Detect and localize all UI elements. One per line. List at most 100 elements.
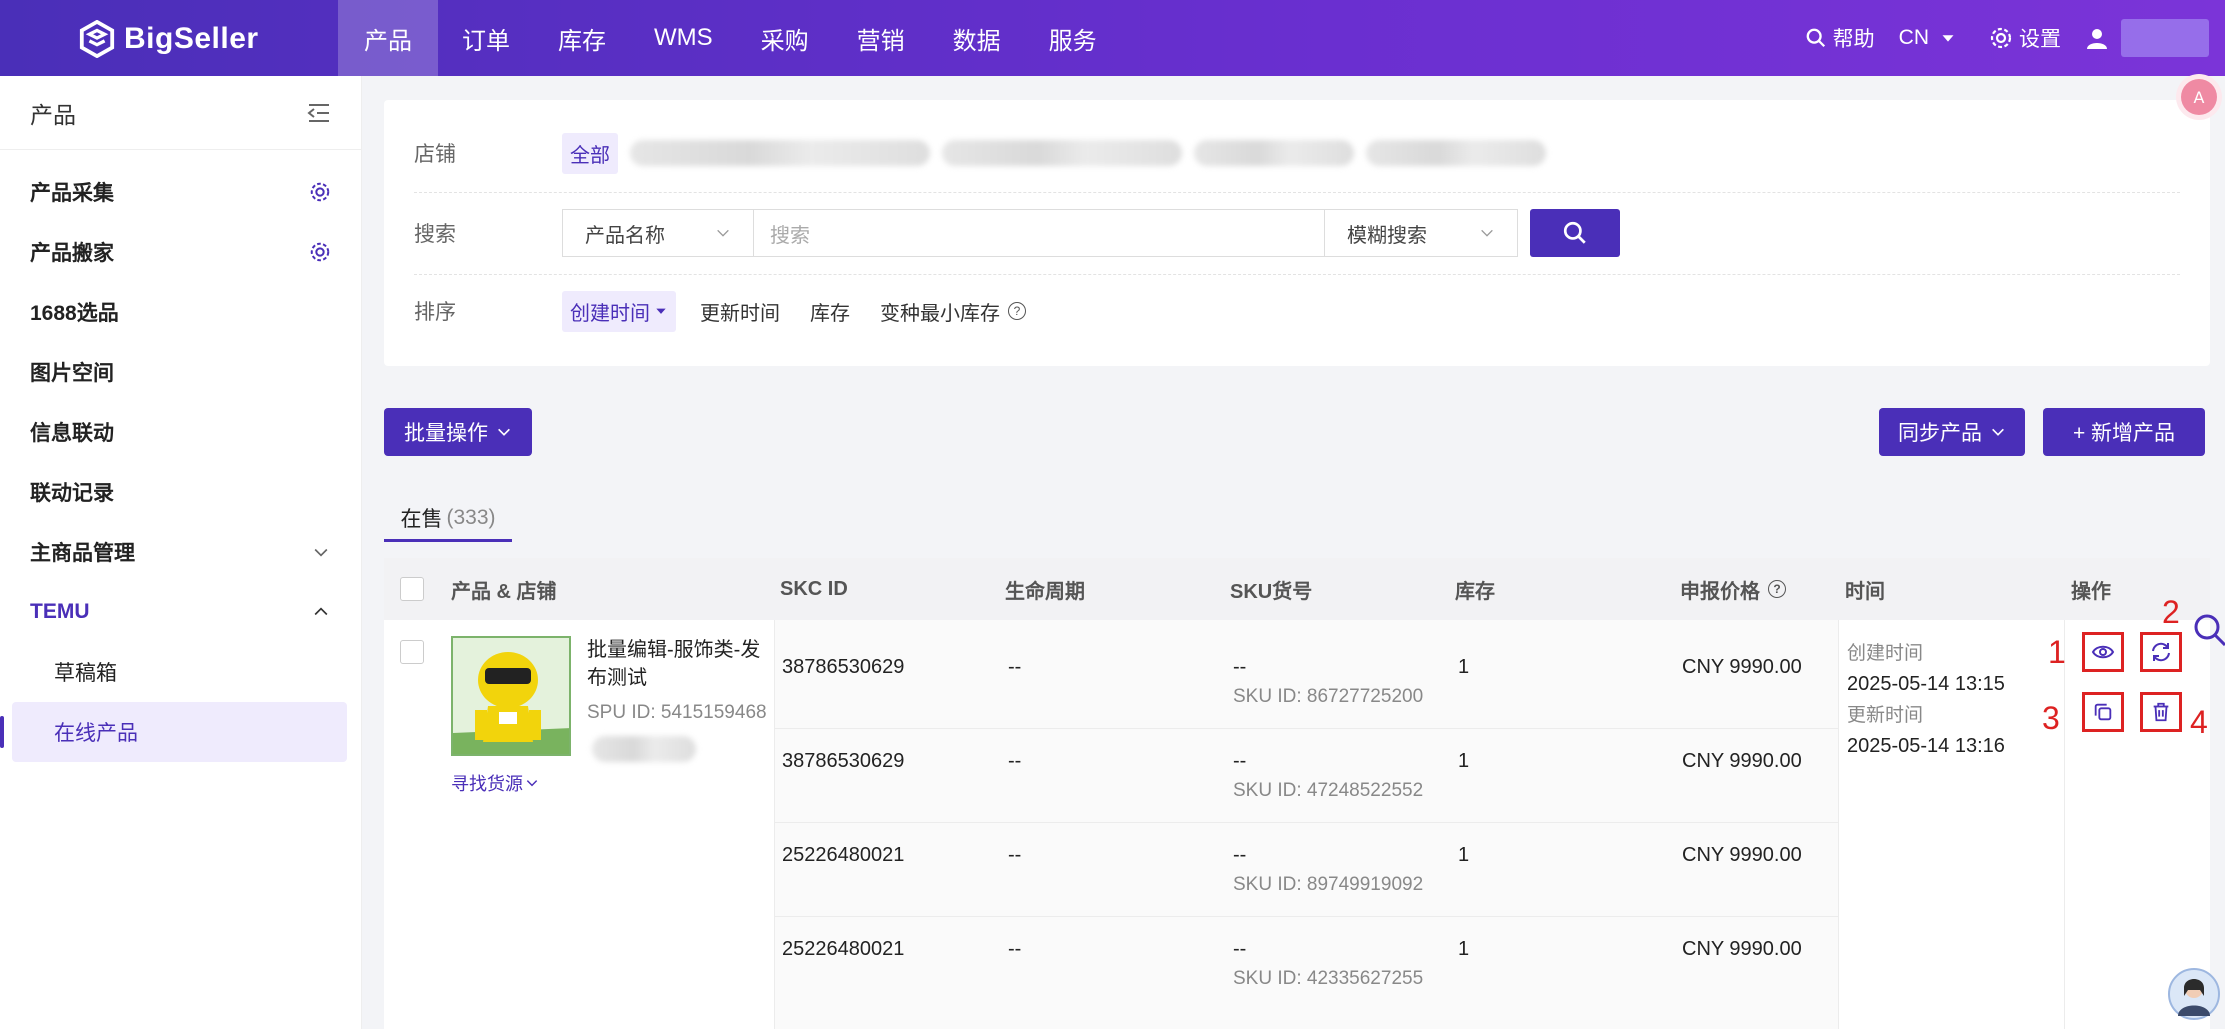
product-title[interactable]: 批量编辑-服饰类-发 布测试 (587, 636, 767, 692)
header-sku-code: SKU货号 (1230, 580, 1313, 603)
nav-service[interactable]: 服务 (1025, 0, 1121, 76)
product-title-line: 批量编辑-服饰类-发 (587, 639, 761, 661)
settings-label: 设置 (2019, 28, 2061, 51)
delete-button[interactable] (2140, 692, 2182, 732)
updated-time-label: 更新时间 (1847, 705, 1924, 726)
sidebar-item-drafts[interactable]: 草稿箱 (0, 642, 361, 702)
view-button[interactable] (2082, 632, 2124, 672)
caret-down-icon (656, 308, 666, 314)
search-button[interactable] (1530, 209, 1620, 257)
sort-stock[interactable]: 库存 (810, 297, 850, 326)
store-label: 店铺 (414, 143, 456, 166)
select-all-checkbox[interactable] (400, 577, 424, 601)
zoom-search-icon[interactable] (2192, 612, 2225, 646)
divider (774, 728, 1838, 729)
refresh-icon (2152, 642, 2170, 662)
sidebar-item-linkage-log[interactable]: 联动记录 (0, 462, 361, 522)
trash-icon (2153, 702, 2169, 722)
collapse-menu-icon[interactable] (307, 102, 331, 124)
bulk-actions-label: 批量操作 (404, 422, 488, 445)
sort-option-label: 创建时间 (570, 302, 650, 325)
sync-products-label: 同步产品 (1898, 422, 1982, 445)
skc-id: 25226480021 (782, 938, 905, 960)
store-all-chip[interactable]: 全部 (562, 132, 618, 174)
add-product-button[interactable]: + 新增产品 (2043, 408, 2205, 456)
search-field-select[interactable]: 产品名称 (562, 209, 754, 257)
nav-inventory[interactable]: 库存 (534, 0, 630, 76)
settings-link[interactable]: 设置 (1989, 23, 2061, 53)
sort-created-time[interactable]: 创建时间 (562, 290, 676, 332)
search-input[interactable]: 搜索 (754, 209, 1324, 257)
declared-price: CNY 9990.00 (1682, 938, 1802, 960)
copy-icon (2094, 703, 2112, 721)
sidebar-item-temu[interactable]: TEMU (0, 582, 361, 642)
time-cell: 创建时间 2025-05-14 13:15 更新时间 2025-05-14 13… (1847, 638, 2005, 762)
annotation-number: 1 (2048, 634, 2066, 670)
sidebar-item-label: 联动记录 (30, 482, 114, 505)
store-option-blurred[interactable] (1194, 140, 1354, 166)
customer-service-avatar[interactable] (2168, 968, 2220, 1020)
sidebar-item-move[interactable]: 产品搬家 (0, 222, 361, 282)
user-name-blurred (2121, 19, 2209, 57)
annotation-number: 3 (2042, 700, 2060, 736)
nav-wms[interactable]: WMS (630, 0, 737, 76)
sidebar-item-linkage[interactable]: 信息联动 (0, 402, 361, 462)
sidebar-item-image-space[interactable]: 图片空间 (0, 342, 361, 402)
product-thumbnail[interactable] (451, 636, 571, 756)
search-placeholder: 搜索 (770, 224, 810, 247)
nav-order[interactable]: 订单 (438, 0, 534, 76)
copy-button[interactable] (2082, 692, 2124, 732)
sidebar-item-collect[interactable]: 产品采集 (0, 162, 361, 222)
sidebar-item-online-products[interactable]: 在线产品 (0, 702, 347, 762)
gear-icon[interactable] (309, 181, 331, 203)
header-stock: 库存 (1455, 580, 1495, 603)
stock: 1 (1458, 938, 1470, 960)
help-link[interactable]: 帮助 (1805, 23, 1875, 53)
language-select[interactable]: CN (1899, 26, 1965, 50)
sort-min-variant-stock[interactable]: 变种最小库存 ? (880, 297, 1026, 326)
help-icon[interactable]: ? (1768, 580, 1786, 598)
translate-float-button[interactable]: A (2176, 74, 2222, 120)
annotation-number: 4 (2190, 704, 2208, 740)
header-actions: 操作 (2071, 580, 2111, 603)
sidebar-item-master-product[interactable]: 主商品管理 (0, 522, 361, 582)
tab-on-sale[interactable]: 在售 (333) (384, 496, 512, 542)
lifecycle: -- (1008, 938, 1022, 960)
chevron-up-icon (314, 607, 328, 616)
sort-option-label: 变种最小库存 (880, 302, 1000, 325)
nav-marketing[interactable]: 营销 (833, 0, 929, 76)
product-table: 产品 & 店铺 SKC ID 生命周期 SKU货号 库存 申报价格 ? 时间 操… (384, 558, 2210, 1029)
bulk-actions-button[interactable]: 批量操作 (384, 408, 532, 456)
sku-code: -- (1233, 750, 1247, 772)
language-label: CN (1898, 26, 1929, 49)
declared-price: CNY 9990.00 (1682, 844, 1802, 866)
search-field-value: 产品名称 (585, 224, 665, 247)
bigseller-logo[interactable]: BigSeller (78, 18, 259, 60)
sync-button[interactable] (2140, 632, 2182, 672)
nav-purchase[interactable]: 采购 (737, 0, 833, 76)
created-time-label: 创建时间 (1847, 643, 1924, 664)
chevron-down-icon (526, 780, 538, 787)
header-label: 申报价格 (1680, 580, 1760, 603)
sync-products-button[interactable]: 同步产品 (1879, 408, 2025, 456)
user-menu[interactable] (2085, 19, 2209, 57)
find-source-link[interactable]: 寻找货源 (451, 770, 539, 796)
skc-id: 38786530629 (782, 750, 905, 772)
store-option-blurred[interactable] (630, 140, 930, 166)
sort-updated-time[interactable]: 更新时间 (700, 297, 780, 326)
nav-data[interactable]: 数据 (929, 0, 1025, 76)
skc-id: 25226480021 (782, 844, 905, 866)
row-checkbox[interactable] (400, 640, 424, 664)
store-option-blurred[interactable] (942, 140, 1182, 166)
gear-icon[interactable] (309, 241, 331, 263)
store-filter-row: 店铺 全部 (414, 130, 2180, 176)
sidebar-item-label: 主商品管理 (30, 542, 135, 565)
header-product-store: 产品 & 店铺 (451, 580, 557, 603)
search-mode-select[interactable]: 模糊搜索 (1324, 209, 1518, 257)
nav-product[interactable]: 产品 (338, 0, 438, 76)
help-icon[interactable]: ? (1008, 302, 1026, 320)
sidebar: 产品 产品采集 产品搬家 1688选品 图片空间 信息联动 联动记录 主商品管理… (0, 76, 362, 1029)
store-option-blurred[interactable] (1366, 140, 1546, 166)
sidebar-item-1688[interactable]: 1688选品 (0, 282, 361, 342)
sku-id: SKU ID: 89749919092 (1233, 874, 1424, 895)
